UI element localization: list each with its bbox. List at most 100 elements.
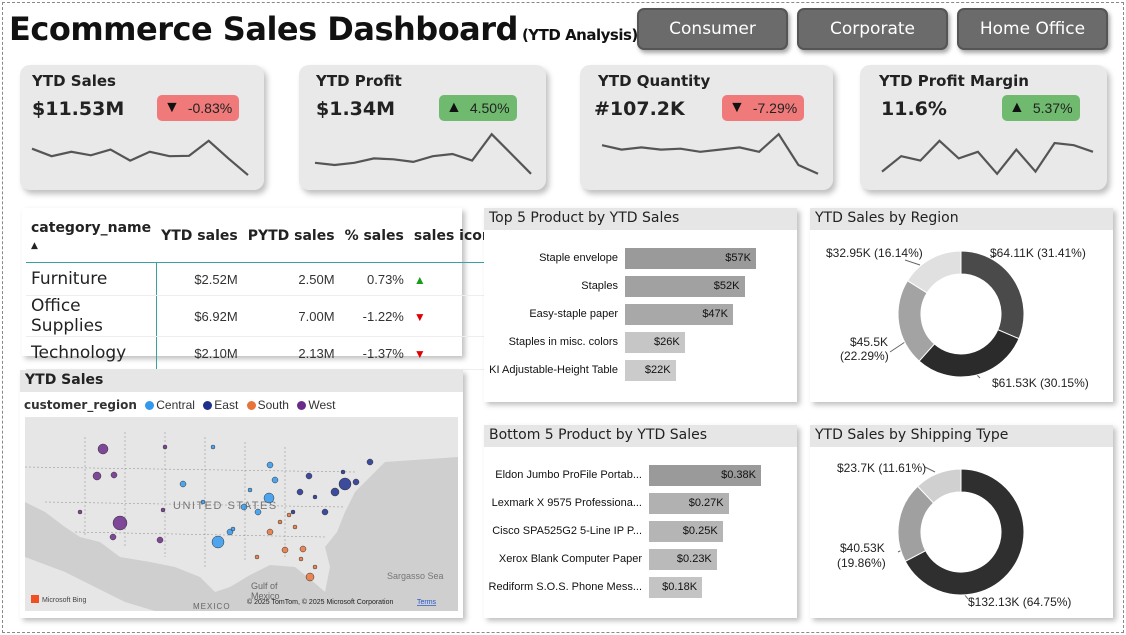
ytd-sales-cell: $2.10M: [156, 336, 243, 370]
map-bubble[interactable]: [321, 508, 329, 516]
map-bubble[interactable]: [299, 545, 307, 553]
leader-line: [924, 466, 936, 473]
map-bubble[interactable]: [277, 519, 283, 525]
map-bubble[interactable]: [230, 526, 236, 532]
bar[interactable]: $22K: [625, 360, 676, 381]
kpi-value: $11.53M: [32, 98, 125, 120]
map-bubble[interactable]: [330, 487, 340, 497]
legend-dot-central: [145, 401, 155, 410]
map-canvas[interactable]: UNITED STATES Gulf of Mexico MEXICO Sarg…: [25, 417, 458, 611]
pytd-sales-cell: 2.50M: [242, 262, 340, 296]
map-bubble[interactable]: [312, 494, 318, 500]
donut-slice[interactable]: [897, 280, 936, 362]
pytd-sales-cell: 2.13M: [242, 336, 340, 370]
map-bubble[interactable]: [366, 458, 374, 466]
pytd-sales-cell: 7.00M: [242, 295, 340, 337]
sparkline-path: [601, 132, 819, 175]
bar-category-label: Xerox Blank Computer Paper: [498, 553, 642, 565]
map-bubble[interactable]: [271, 476, 279, 484]
map-bubble[interactable]: [290, 509, 296, 515]
kpi-value: $1.34M: [316, 98, 396, 120]
map-bubble[interactable]: [266, 528, 274, 536]
country-label: UNITED STATES: [173, 500, 278, 512]
segment-button-consumer[interactable]: Consumer: [637, 8, 788, 50]
map-bubble[interactable]: [211, 535, 225, 549]
kpi-value: #107.2K: [594, 98, 685, 120]
map-bubble[interactable]: [97, 443, 109, 455]
map-bubble[interactable]: [312, 564, 318, 570]
bar[interactable]: $0.25K: [649, 521, 723, 542]
column-header-pytd-sales[interactable]: PYTD sales: [243, 212, 340, 263]
map-bubble[interactable]: [338, 477, 352, 491]
panel-title: YTD Sales by Region: [810, 208, 1113, 230]
legend-item[interactable]: Central: [156, 398, 195, 412]
bar[interactable]: $26K: [625, 332, 685, 353]
sales-map[interactable]: UNITED STATES Gulf of Mexico MEXICO Sarg…: [25, 417, 458, 611]
down-triangle-icon: ▼: [413, 346, 426, 361]
segment-button-corporate[interactable]: Corporate: [797, 8, 948, 50]
map-bubble[interactable]: [340, 469, 346, 475]
map-bubble[interactable]: [210, 444, 216, 450]
table-row[interactable]: Office Supplies $6.92M 7.00M -1.22% ▼: [26, 295, 497, 337]
bar[interactable]: $0.18K: [649, 577, 703, 598]
map-bubble[interactable]: [156, 536, 164, 544]
map-bubble[interactable]: [77, 509, 83, 515]
ytd-sales-cell: $6.92M: [156, 295, 243, 337]
column-header-pct-sales[interactable]: % sales: [340, 212, 409, 263]
kpi-sparkline: [314, 132, 532, 175]
map-bubble[interactable]: [92, 471, 102, 481]
map-bubble[interactable]: [266, 461, 274, 469]
donut-slice[interactable]: [960, 250, 1025, 340]
map-bubble[interactable]: [254, 554, 260, 560]
map-bubble[interactable]: [281, 546, 289, 554]
up-triangle-icon: ▲: [413, 272, 426, 287]
map-bubble[interactable]: [254, 508, 262, 516]
sparkline-path: [314, 132, 532, 175]
map-bubble[interactable]: [247, 487, 253, 493]
up-triangle-icon: ▲: [1009, 99, 1025, 116]
map-bubble[interactable]: [286, 512, 292, 518]
legend-item[interactable]: South: [258, 398, 289, 412]
legend-dot-south: [246, 401, 256, 410]
column-header-category[interactable]: category_name ▲: [26, 212, 156, 263]
donut-label: $132.13K (64.75%): [968, 595, 1072, 609]
map-bubble[interactable]: [263, 492, 275, 504]
bar[interactable]: $57K: [625, 248, 756, 269]
category-table: category_name ▲ YTD sales PYTD sales % sa…: [26, 212, 497, 370]
down-triangle-icon: ▼: [413, 309, 426, 324]
map-bubble[interactable]: [162, 444, 168, 450]
bar[interactable]: $52K: [625, 276, 745, 297]
terms-link[interactable]: Terms: [417, 599, 437, 606]
bar-category-label: Staples in misc. colors: [508, 336, 618, 348]
map-bubble[interactable]: [296, 488, 304, 496]
map-bubble[interactable]: [200, 499, 206, 505]
map-bubble[interactable]: [305, 472, 313, 480]
map-bubble[interactable]: [298, 556, 304, 562]
donut-slice[interactable]: [918, 329, 1020, 378]
bar-category-label: Rediform S.O.S. Phone Mess...: [488, 581, 642, 593]
bar[interactable]: $0.27K: [649, 493, 729, 514]
map-bubble[interactable]: [179, 480, 187, 488]
map-bubble[interactable]: [109, 533, 117, 541]
bar[interactable]: $0.23K: [649, 549, 717, 570]
bar[interactable]: $47K: [625, 304, 734, 325]
map-bubble[interactable]: [160, 507, 166, 513]
map-bubble[interactable]: [112, 515, 128, 531]
donut-label: (22.29%): [840, 349, 889, 363]
table-row[interactable]: Technology $2.10M 2.13M -1.37% ▼: [26, 336, 497, 370]
down-triangle-icon: ▼: [164, 99, 180, 116]
map-bubble[interactable]: [305, 572, 315, 582]
sort-ascending-icon[interactable]: ▲: [31, 241, 38, 251]
column-header-ytd-sales[interactable]: YTD sales: [156, 212, 243, 263]
map-bubble[interactable]: [352, 478, 360, 486]
legend-item[interactable]: West: [308, 398, 335, 412]
sparkline-path: [881, 139, 1094, 176]
map-bubble[interactable]: [292, 524, 298, 530]
bar[interactable]: $0.38K: [649, 465, 761, 486]
table-row[interactable]: Furniture $2.52M 2.50M 0.73% ▲: [26, 262, 497, 296]
map-bubble[interactable]: [240, 503, 248, 511]
page-title: Ecommerce Sales Dashboard (YTD Analysis): [9, 10, 638, 48]
map-bubble[interactable]: [110, 471, 118, 479]
legend-item[interactable]: East: [214, 398, 238, 412]
segment-button-home-office[interactable]: Home Office: [957, 8, 1108, 50]
